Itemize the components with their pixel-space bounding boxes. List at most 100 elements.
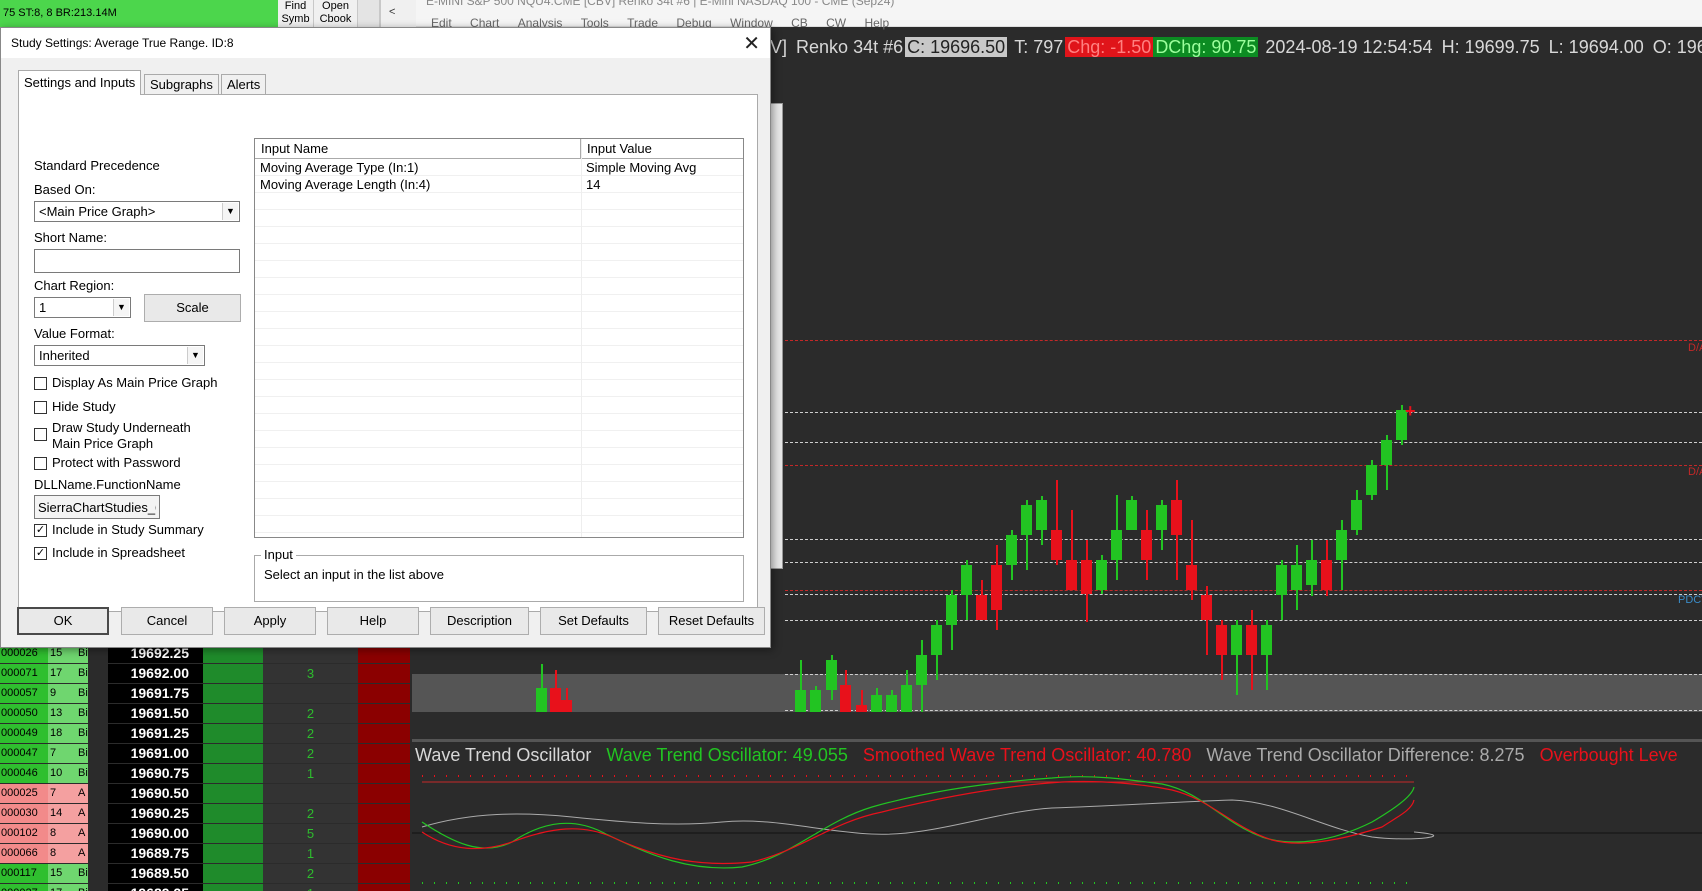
ask-cell[interactable] — [358, 724, 410, 743]
bid-cell[interactable] — [203, 884, 263, 891]
ask-cell[interactable] — [358, 764, 410, 783]
up-candle — [1336, 520, 1347, 590]
input-row[interactable] — [255, 347, 743, 363]
ladder-row[interactable]: 000057 9 Bi 19691.75 — [0, 684, 412, 704]
tab-alerts[interactable]: Alerts — [221, 74, 267, 94]
up-candle — [1006, 530, 1017, 580]
input-row[interactable] — [255, 398, 743, 414]
bid-cell[interactable] — [203, 684, 263, 703]
bid-cell[interactable] — [203, 864, 263, 883]
grid-header-name[interactable]: Input Name — [255, 139, 581, 159]
input-row[interactable] — [255, 432, 743, 448]
input-row[interactable] — [255, 245, 743, 261]
input-row[interactable] — [255, 517, 743, 533]
ladder-row[interactable]: 000046 10 Bi 19690.75 1 — [0, 764, 412, 784]
bid-cell[interactable] — [203, 744, 263, 763]
checkbox-checked-icon: ✓ — [34, 547, 47, 560]
input-row[interactable] — [255, 262, 743, 278]
input-row[interactable] — [255, 381, 743, 397]
menu-cw[interactable]: CW — [826, 16, 846, 30]
dll-name-input[interactable] — [34, 495, 160, 519]
bid-cell[interactable] — [203, 844, 263, 863]
ask-cell[interactable] — [358, 744, 410, 763]
ladder-row[interactable]: 000030 14 A 19690.25 2 — [0, 804, 412, 824]
ask-cell[interactable] — [358, 784, 410, 803]
bid-cell[interactable] — [203, 724, 263, 743]
bid-cell[interactable] — [203, 764, 263, 783]
ask-cell[interactable] — [358, 664, 410, 683]
reset-defaults-button[interactable]: Reset Defaults — [658, 607, 765, 635]
input-row[interactable] — [255, 211, 743, 227]
standard-precedence-label: Standard Precedence — [34, 158, 160, 173]
input-row[interactable] — [255, 279, 743, 295]
oscillator-overbought-label: Overbought Leve — [1539, 745, 1678, 765]
volume-cell: 1 — [263, 844, 358, 863]
open-cbook-button[interactable]: Open Cbook — [314, 0, 358, 27]
bid-cell[interactable] — [203, 664, 263, 683]
input-row[interactable]: Moving Average Type (In:1) Simple Moving … — [255, 160, 743, 176]
value-format-select[interactable]: Inherited ▼ — [34, 345, 205, 366]
input-row[interactable]: Moving Average Length (In:4) 14 — [255, 177, 743, 193]
grid-header-value[interactable]: Input Value — [581, 139, 743, 159]
ask-cell[interactable] — [358, 824, 410, 843]
ok-button[interactable]: OK — [17, 607, 109, 635]
ask-cell[interactable] — [358, 704, 410, 723]
ask-cell[interactable] — [358, 684, 410, 703]
down-candle — [976, 580, 987, 620]
level-line — [785, 539, 1702, 540]
ladder-row[interactable]: 000117 15 Bi 19689.50 2 — [0, 864, 412, 884]
input-row[interactable] — [255, 364, 743, 380]
input-row[interactable] — [255, 228, 743, 244]
ladder-price: 19689.25 — [108, 884, 203, 891]
input-row[interactable] — [255, 466, 743, 482]
ladder-row[interactable]: 000049 18 Bi 19691.25 2 — [0, 724, 412, 744]
tab-subgraphs[interactable]: Subgraphs — [144, 74, 219, 94]
ladder-row[interactable]: 000047 7 Bi 19691.00 2 — [0, 744, 412, 764]
input-group-description: Select an input in the list above — [264, 567, 444, 582]
ladder-price: 19691.00 — [108, 744, 203, 763]
ask-cell[interactable] — [358, 844, 410, 863]
ladder-price: 19690.75 — [108, 764, 203, 783]
set-defaults-button[interactable]: Set Defaults — [540, 607, 647, 635]
input-row[interactable] — [255, 296, 743, 312]
scale-button[interactable]: Scale — [144, 294, 241, 322]
input-row[interactable] — [255, 330, 743, 346]
bid-cell[interactable] — [203, 824, 263, 843]
menu-help[interactable]: Help — [864, 16, 889, 30]
scroll-left-button[interactable]: < — [380, 0, 416, 27]
input-row[interactable] — [255, 194, 743, 210]
ladder-row[interactable]: 000025 7 A 19690.50 — [0, 784, 412, 804]
bid-cell[interactable] — [203, 704, 263, 723]
input-row[interactable] — [255, 449, 743, 465]
apply-button[interactable]: Apply — [224, 607, 316, 635]
input-row[interactable] — [255, 483, 743, 499]
bid-cell[interactable] — [203, 804, 263, 823]
ladder-row[interactable]: 000050 13 Bi 19691.50 2 — [0, 704, 412, 724]
ladder-row[interactable]: 000102 8 A 19690.00 5 — [0, 824, 412, 844]
ask-cell[interactable] — [358, 884, 410, 891]
cancel-button[interactable]: Cancel — [121, 607, 213, 635]
down-candle — [550, 670, 561, 712]
ask-cell[interactable] — [358, 864, 410, 883]
ladder-row[interactable]: 000066 8 A 19689.75 1 — [0, 844, 412, 864]
bid-cell[interactable] — [203, 784, 263, 803]
dialog-titlebar[interactable]: Study Settings: Average True Range. ID:8… — [1, 28, 770, 58]
close-icon[interactable]: ✕ — [743, 31, 760, 56]
input-row[interactable] — [255, 500, 743, 516]
input-row[interactable] — [255, 313, 743, 329]
ask-cell[interactable] — [358, 804, 410, 823]
tab-settings-and-inputs[interactable]: Settings and Inputs — [18, 70, 142, 95]
chart-region-select[interactable]: 1 ▼ — [34, 297, 131, 318]
find-symbol-button[interactable]: Find Symb — [278, 0, 314, 27]
ladder-row[interactable]: 00002717Bi 19689.25 1 — [0, 884, 412, 891]
description-button[interactable]: Description — [430, 607, 529, 635]
based-on-select[interactable]: <Main Price Graph> ▼ — [34, 201, 240, 222]
menu-cb[interactable]: CB — [791, 16, 808, 30]
input-row[interactable] — [255, 415, 743, 431]
help-button[interactable]: Help — [327, 607, 419, 635]
order-id: 000025 — [0, 784, 48, 803]
up-candle — [1036, 496, 1047, 545]
short-name-input[interactable] — [34, 249, 240, 273]
ladder-row[interactable]: 000071 17 Bi 19692.00 3 — [0, 664, 412, 684]
inputs-grid[interactable]: Input Name Input Value Moving Average Ty… — [254, 138, 744, 538]
